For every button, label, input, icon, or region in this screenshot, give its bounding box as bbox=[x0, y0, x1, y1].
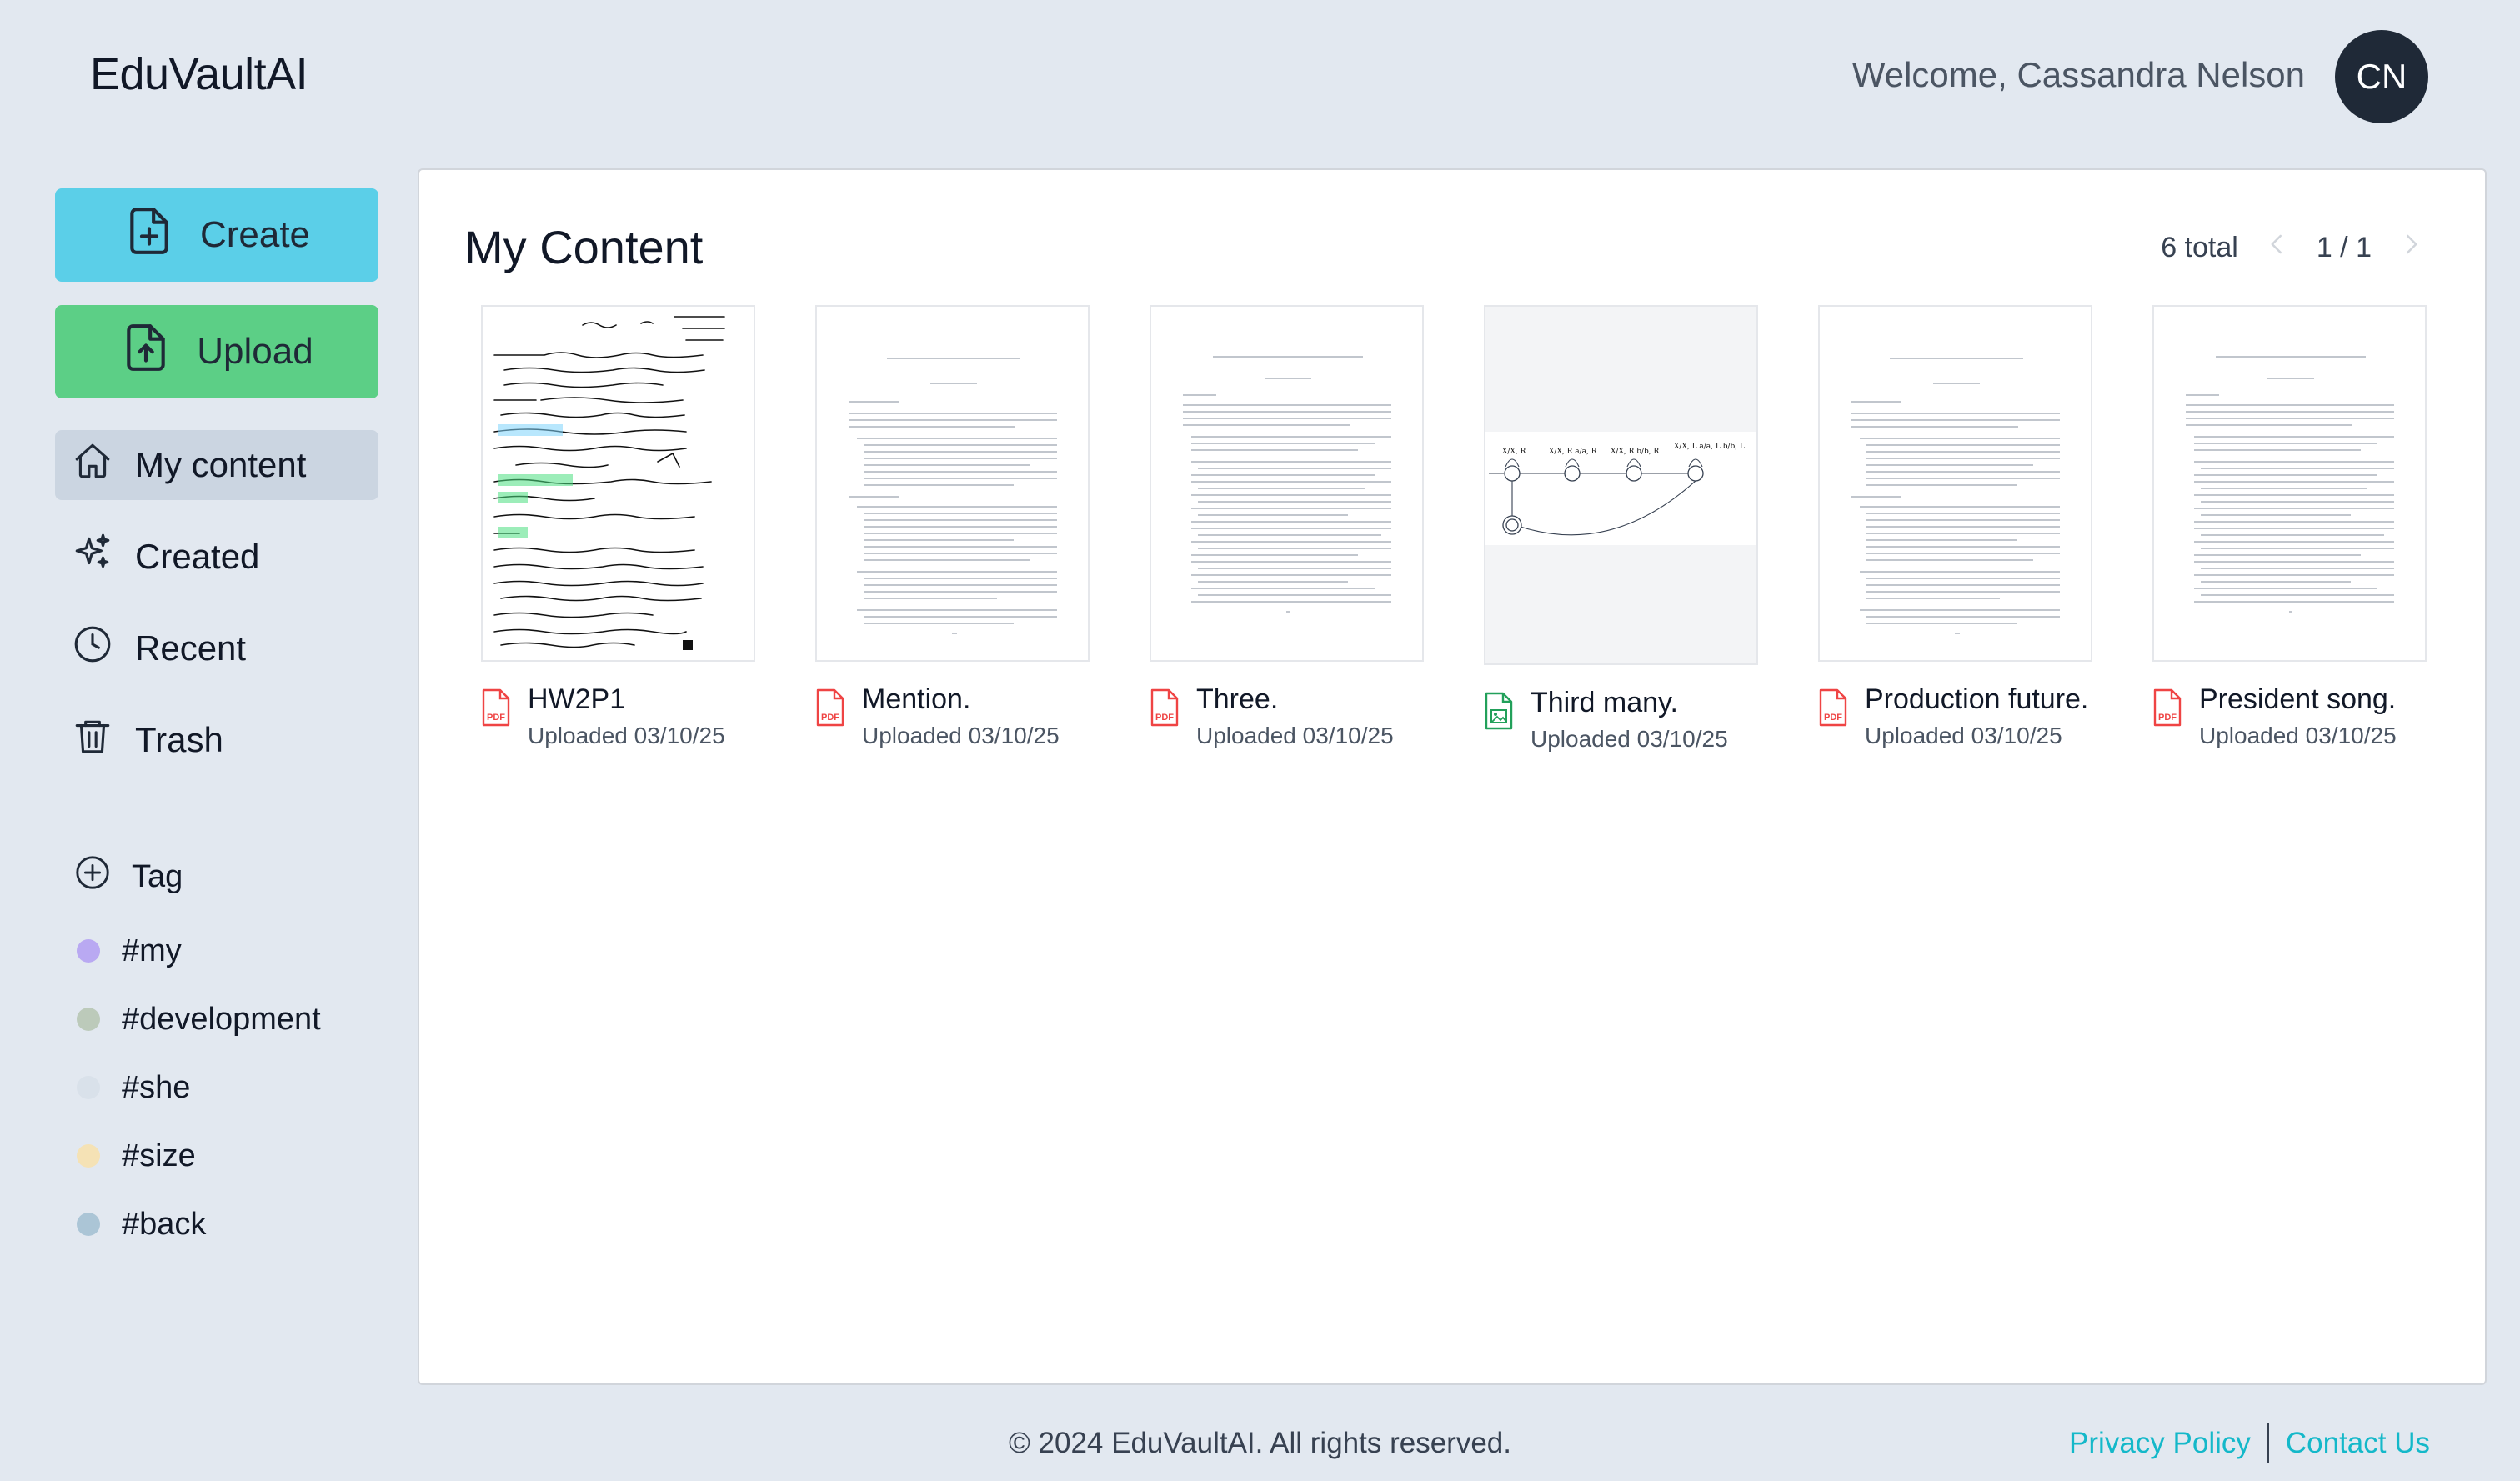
tag-list: #my #development #she #size #back bbox=[55, 917, 378, 1258]
prev-page-icon[interactable] bbox=[2265, 232, 2290, 264]
sidebar-nav: My content Created Recent Trash bbox=[55, 430, 378, 775]
content-card[interactable]: PDF Production future. Uploaded 03/10/25 bbox=[1818, 305, 2092, 753]
tag-color-dot bbox=[77, 939, 100, 963]
svg-text:PDF: PDF bbox=[1824, 713, 1842, 723]
file-plus-icon bbox=[123, 205, 175, 266]
sidebar-item-label: Created bbox=[135, 537, 260, 576]
upload-date: Uploaded 03/10/25 bbox=[1531, 726, 1728, 752]
svg-text:PDF: PDF bbox=[821, 713, 839, 723]
sidebar-item-recent[interactable]: Recent bbox=[55, 613, 378, 683]
content-card[interactable]: X/X, R X/X, R a/a, R X/X, R b/b, R X/X, … bbox=[1484, 305, 1758, 753]
page-indicator: 1 / 1 bbox=[2316, 232, 2372, 263]
content-grid: PDF HW2P1 Uploaded 03/10/25 PDF Mention.… bbox=[481, 305, 2427, 753]
pdf-file-icon: PDF bbox=[1150, 688, 1180, 727]
pdf-file-icon: PDF bbox=[2152, 688, 2182, 727]
content-panel: My Content 6 total 1 / 1 PDF HW2P1 Uploa… bbox=[418, 168, 2487, 1385]
sidebar-item-label: My content bbox=[135, 445, 307, 484]
content-card[interactable]: PDF HW2P1 Uploaded 03/10/25 bbox=[481, 305, 755, 753]
clock-icon bbox=[72, 623, 113, 673]
document-thumbnail[interactable] bbox=[1818, 305, 2092, 662]
upload-button[interactable]: Upload bbox=[55, 305, 378, 398]
tag-color-dot bbox=[77, 1008, 100, 1031]
svg-text:X/X, R b/b, R: X/X, R b/b, R bbox=[1611, 448, 1659, 456]
tag-add-button[interactable]: Tag bbox=[55, 853, 378, 900]
file-name[interactable]: Third many. bbox=[1531, 687, 1728, 719]
page-title: My Content bbox=[464, 221, 704, 273]
tag-label: #back bbox=[122, 1206, 207, 1242]
upload-date: Uploaded 03/10/25 bbox=[2199, 723, 2397, 748]
upload-date: Uploaded 03/10/25 bbox=[528, 723, 725, 748]
avatar[interactable]: CN bbox=[2335, 30, 2428, 123]
tag-item[interactable]: #development bbox=[55, 985, 378, 1053]
tag-label: #my bbox=[122, 933, 182, 968]
tag-color-dot bbox=[77, 1076, 100, 1099]
svg-text:X/X, R: X/X, R bbox=[1502, 448, 1526, 456]
file-name[interactable]: HW2P1 bbox=[528, 683, 725, 716]
trash-icon bbox=[72, 715, 113, 765]
svg-text:PDF: PDF bbox=[487, 713, 505, 723]
tag-header-label: Tag bbox=[132, 858, 183, 894]
total-count: 6 total bbox=[2161, 232, 2238, 263]
sidebar: Create Upload My content Created Recent bbox=[55, 188, 378, 1258]
pdf-file-icon: PDF bbox=[481, 688, 511, 727]
file-name[interactable]: Production future. bbox=[1865, 683, 2088, 716]
plus-circle-icon bbox=[73, 853, 112, 900]
file-info: Three. Uploaded 03/10/25 bbox=[1196, 683, 1394, 749]
content-card[interactable]: PDF Mention. Uploaded 03/10/25 bbox=[815, 305, 1090, 753]
document-thumbnail[interactable] bbox=[1150, 305, 1424, 662]
welcome-message: Welcome, Cassandra Nelson bbox=[1851, 55, 2305, 94]
svg-text:X/X, L a/a, L b/b, L: X/X, L a/a, L b/b, L bbox=[1674, 443, 1745, 451]
tag-label: #size bbox=[122, 1138, 196, 1173]
pdf-file-icon: PDF bbox=[815, 688, 845, 727]
document-thumbnail[interactable] bbox=[815, 305, 1090, 662]
tag-label: #she bbox=[122, 1069, 191, 1105]
svg-text:X/X, R a/a, R: X/X, R a/a, R bbox=[1549, 448, 1597, 456]
tag-item[interactable]: #back bbox=[55, 1190, 378, 1258]
footer-links: Privacy Policy Contact Us bbox=[2069, 1423, 2430, 1463]
svg-text:PDF: PDF bbox=[2158, 713, 2177, 723]
privacy-policy-link[interactable]: Privacy Policy bbox=[2069, 1427, 2251, 1460]
pagination: 6 total 1 / 1 bbox=[2161, 232, 2423, 264]
contact-us-link[interactable]: Contact Us bbox=[2286, 1427, 2430, 1460]
file-name[interactable]: President song. bbox=[2199, 683, 2397, 716]
tag-item[interactable]: #size bbox=[55, 1122, 378, 1190]
next-page-icon[interactable] bbox=[2398, 232, 2423, 264]
document-thumbnail[interactable] bbox=[2152, 305, 2427, 662]
sidebar-item-my-content[interactable]: My content bbox=[55, 430, 378, 500]
tag-color-dot bbox=[77, 1144, 100, 1168]
sidebar-item-label: Trash bbox=[135, 720, 223, 759]
tag-item[interactable]: #she bbox=[55, 1053, 378, 1122]
brand-logo[interactable]: EduVaultAI bbox=[90, 48, 308, 100]
create-button[interactable]: Create bbox=[55, 188, 378, 282]
svg-text:PDF: PDF bbox=[1155, 713, 1174, 723]
file-info: Third many. Uploaded 03/10/25 bbox=[1531, 687, 1728, 753]
upload-button-label: Upload bbox=[197, 331, 313, 372]
file-info: President song. Uploaded 03/10/25 bbox=[2199, 683, 2397, 749]
tag-label: #development bbox=[122, 1001, 321, 1037]
sidebar-item-created[interactable]: Created bbox=[55, 522, 378, 592]
content-card[interactable]: PDF Three. Uploaded 03/10/25 bbox=[1150, 305, 1424, 753]
file-name[interactable]: Mention. bbox=[862, 683, 1060, 716]
create-button-label: Create bbox=[199, 214, 311, 255]
handwritten-document-thumbnail[interactable] bbox=[481, 305, 755, 662]
file-info: Production future. Uploaded 03/10/25 bbox=[1865, 683, 2088, 749]
file-info: HW2P1 Uploaded 03/10/25 bbox=[528, 683, 725, 749]
sidebar-item-label: Recent bbox=[135, 628, 247, 668]
sidebar-item-trash[interactable]: Trash bbox=[55, 705, 378, 775]
pdf-file-icon: PDF bbox=[1818, 688, 1848, 727]
sparkles-icon bbox=[72, 532, 113, 582]
image-thumbnail[interactable]: X/X, R X/X, R a/a, R X/X, R b/b, R X/X, … bbox=[1484, 305, 1758, 665]
upload-date: Uploaded 03/10/25 bbox=[1865, 723, 2062, 748]
divider bbox=[2267, 1423, 2269, 1463]
file-info: Mention. Uploaded 03/10/25 bbox=[862, 683, 1060, 749]
content-card[interactable]: PDF President song. Uploaded 03/10/25 bbox=[2152, 305, 2427, 753]
home-icon bbox=[72, 440, 113, 490]
upload-date: Uploaded 03/10/25 bbox=[862, 723, 1060, 748]
file-name[interactable]: Three. bbox=[1196, 683, 1394, 716]
file-upload-icon bbox=[120, 322, 172, 383]
tag-item[interactable]: #my bbox=[55, 917, 378, 985]
tag-color-dot bbox=[77, 1213, 100, 1236]
upload-date: Uploaded 03/10/25 bbox=[1196, 723, 1394, 748]
image-file-icon bbox=[1484, 692, 1514, 730]
